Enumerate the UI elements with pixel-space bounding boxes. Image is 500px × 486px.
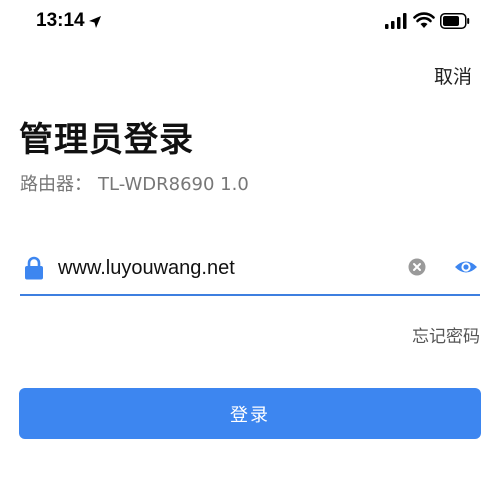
eye-icon[interactable] <box>454 258 478 276</box>
lock-icon <box>25 256 43 280</box>
password-field-row <box>20 244 480 296</box>
battery-icon <box>440 13 470 29</box>
device-model: TL-WDR8690 1.0 <box>98 174 249 195</box>
password-input[interactable] <box>58 252 388 284</box>
cancel-button[interactable]: 取消 <box>434 62 472 89</box>
login-button[interactable]: 登录 <box>19 388 481 439</box>
status-time: 13:14 <box>36 10 85 31</box>
forgot-password-link[interactable]: 忘记密码 <box>412 322 480 347</box>
signal-icon <box>385 13 407 29</box>
device-label: 路由器： <box>20 174 92 195</box>
device-info: 路由器： TL-WDR8690 1.0 <box>20 170 249 196</box>
clear-icon[interactable] <box>408 258 426 276</box>
location-arrow-icon <box>89 16 101 28</box>
status-bar: 13:14 <box>0 0 500 44</box>
wifi-icon <box>413 12 435 28</box>
page-title: 管理员登录 <box>19 120 194 160</box>
